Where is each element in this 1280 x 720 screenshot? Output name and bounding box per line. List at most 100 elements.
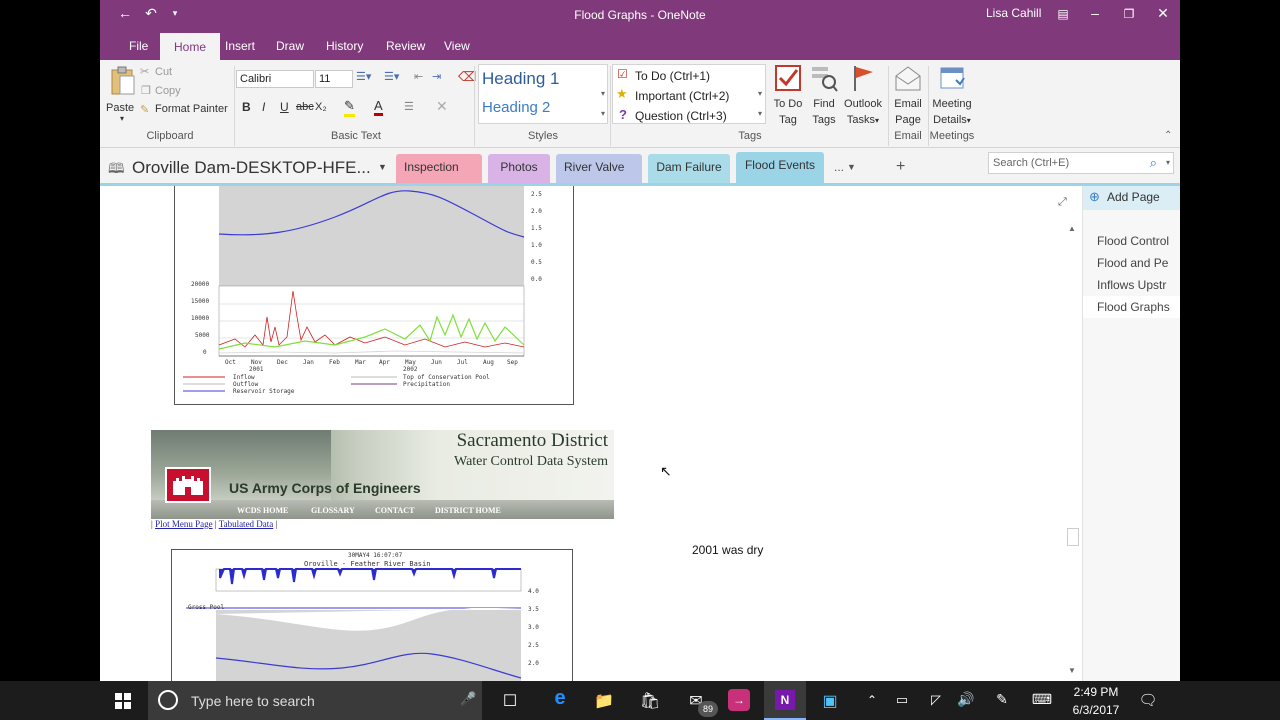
more-sections-tab[interactable]: ... (826, 154, 866, 184)
question-tag-item[interactable]: Question (Ctrl+3) (635, 109, 727, 123)
bullets-icon[interactable]: ☰▾ (356, 70, 371, 83)
volume-icon[interactable]: 🔊 (954, 691, 978, 708)
note-text[interactable]: 2001 was dry (692, 543, 763, 557)
find-tags-button[interactable]: Find Tags (808, 64, 840, 128)
tab-insert[interactable]: Insert (213, 32, 267, 60)
tags-more-icon[interactable]: ▾ (758, 109, 762, 118)
clock-time[interactable]: 2:49 PM (1068, 685, 1124, 699)
strikethrough-button[interactable]: abc (296, 101, 314, 113)
banner-nav-glossary[interactable]: GLOSSARY (311, 506, 355, 515)
pen-icon[interactable]: ✎ (990, 691, 1014, 708)
taskbar-search-box[interactable]: Type here to search 🎤 (148, 681, 482, 720)
section-tab-dam-failure[interactable]: Dam Failure (648, 154, 730, 184)
sections-dropdown-icon[interactable]: ▼ (847, 162, 856, 172)
align-icon[interactable]: ☰ (404, 100, 414, 113)
styles-scroll-icon[interactable]: ▾ (601, 89, 605, 98)
paste-button[interactable]: Paste ▾ (106, 64, 140, 126)
bold-button[interactable]: B (242, 100, 251, 114)
section-tab-river-valve[interactable]: River Valve ... (556, 154, 642, 200)
numbering-icon[interactable]: ☰▾ (384, 70, 399, 83)
windows-start-icon[interactable] (115, 693, 131, 709)
font-size-field[interactable]: 11 (315, 70, 353, 88)
wifi-icon[interactable]: ◸ (924, 692, 948, 708)
find-tags-icon (812, 67, 838, 92)
restore-icon[interactable]: ❐ (1120, 7, 1138, 21)
add-section-button[interactable]: + (896, 158, 905, 176)
notebook-dropdown-icon[interactable]: ▼ (378, 162, 387, 172)
todo-tag-item[interactable]: To Do (Ctrl+1) (635, 69, 710, 83)
month-label: Nov (251, 359, 262, 366)
tab-view[interactable]: View (432, 32, 482, 60)
heading-1-style[interactable]: Heading 1 (482, 69, 560, 89)
search-input[interactable]: Search (Ctrl+E) (993, 157, 1069, 169)
format-painter-button[interactable]: Format Painter (155, 103, 228, 115)
page-canvas[interactable]: 20000 15000 10000 5000 0 2.5 2.0 1.5 1.0… (100, 186, 1082, 681)
underline-button[interactable]: U (280, 100, 289, 114)
delete-icon[interactable]: ✕ (436, 98, 448, 115)
scrollbar-thumb[interactable] (1067, 528, 1079, 546)
search-icon[interactable]: ⌕ (1150, 155, 1157, 171)
edge-icon[interactable]: e (548, 687, 572, 710)
page-item-inflows-upstr[interactable]: Inflows Upstr (1097, 278, 1166, 292)
vertical-scrollbar[interactable]: ▲ ▼ (1066, 222, 1080, 681)
show-hidden-icons[interactable]: ⌃ (860, 693, 884, 707)
video-app-icon[interactable]: ▣ (818, 691, 842, 711)
subscript-button[interactable]: X₂ (315, 101, 327, 113)
close-icon[interactable]: ✕ (1154, 5, 1172, 22)
page-item-flood-control[interactable]: Flood Control (1097, 234, 1169, 248)
section-tab-photos[interactable]: Photos (488, 154, 550, 184)
section-tab-flood-events[interactable]: Flood Events (736, 152, 824, 186)
meeting-details-button[interactable]: Meeting Details▾ (929, 64, 975, 129)
cut-button[interactable]: Cut (155, 66, 172, 78)
battery-icon[interactable]: ▭ (890, 692, 914, 708)
banner-nav-wcds-home[interactable]: WCDS HOME (237, 506, 288, 515)
tab-file[interactable]: File (117, 32, 160, 60)
copy-button[interactable]: Copy (155, 85, 181, 97)
highlight-icon[interactable]: ✎ (344, 98, 355, 117)
banner-nav-contact[interactable]: CONTACT (375, 506, 414, 515)
taskbar-search-input[interactable]: Type here to search (191, 693, 315, 709)
heading-2-style[interactable]: Heading 2 (482, 99, 550, 116)
tab-review[interactable]: Review (374, 32, 437, 60)
notebook-name[interactable]: Oroville Dam-DESKTOP-HFE... (132, 158, 371, 178)
tab-home[interactable]: Home (160, 33, 221, 62)
tags-scroll-icon[interactable]: ▾ (758, 89, 762, 98)
keyboard-icon[interactable]: ⌨ (1028, 691, 1056, 708)
minimize-icon[interactable]: – (1086, 5, 1104, 21)
outlook-tasks-button[interactable]: Outlook Tasks▾ (840, 64, 886, 129)
section-tab-inspection[interactable]: Inspection R... (396, 154, 482, 200)
tab-history[interactable]: History (314, 32, 375, 60)
page-item-flood-and-pe[interactable]: Flood and Pe (1097, 256, 1168, 270)
todo-tag-button[interactable]: To Do Tag (770, 64, 806, 128)
expand-icon[interactable]: ⤢ (1058, 196, 1067, 209)
italic-button[interactable]: I (262, 100, 265, 114)
collapse-ribbon-icon[interactable]: ⌃ (1164, 130, 1172, 141)
plot-menu-link[interactable]: Plot Menu Page (155, 519, 213, 529)
important-tag-item[interactable]: Important (Ctrl+2) (635, 89, 729, 103)
file-explorer-icon[interactable]: 📁 (592, 691, 616, 711)
scroll-down-icon[interactable]: ▼ (1068, 666, 1076, 675)
font-name-field[interactable]: Calibri (236, 70, 314, 88)
user-name[interactable]: Lisa Cahill (986, 6, 1041, 20)
clock-date[interactable]: 6/3/2017 (1064, 703, 1128, 717)
action-center-icon[interactable]: 🗨 (1136, 691, 1160, 709)
email-page-button[interactable]: Email Page (890, 64, 926, 128)
store-icon[interactable]: 🛍 (638, 691, 662, 711)
increase-indent-icon[interactable]: ⇥ (432, 70, 441, 83)
microphone-icon[interactable]: 🎤 (460, 691, 476, 707)
styles-more-icon[interactable]: ▾ (601, 109, 605, 118)
banner-nav-district-home[interactable]: DISTRICT HOME (435, 506, 501, 515)
page-item-flood-graphs[interactable]: Flood Graphs (1097, 300, 1170, 314)
decrease-indent-icon[interactable]: ⇤ (414, 70, 423, 83)
add-page-button[interactable]: ⊕ Add Page (1083, 186, 1180, 210)
tabulated-data-link[interactable]: Tabulated Data (219, 519, 274, 529)
tab-draw[interactable]: Draw (264, 32, 316, 60)
pdf-app-icon[interactable]: → (728, 689, 750, 711)
onenote-taskbar-button[interactable]: N (764, 681, 806, 720)
scroll-up-icon[interactable]: ▲ (1068, 224, 1076, 233)
ribbon-display-options-icon[interactable]: ▤ (1054, 7, 1072, 21)
task-view-icon[interactable]: ☐ (498, 691, 522, 711)
font-color-icon[interactable]: A (374, 98, 383, 116)
search-scope-icon[interactable]: ▾ (1166, 158, 1170, 167)
search-box[interactable]: Search (Ctrl+E) ⌕ ▾ (988, 152, 1174, 174)
